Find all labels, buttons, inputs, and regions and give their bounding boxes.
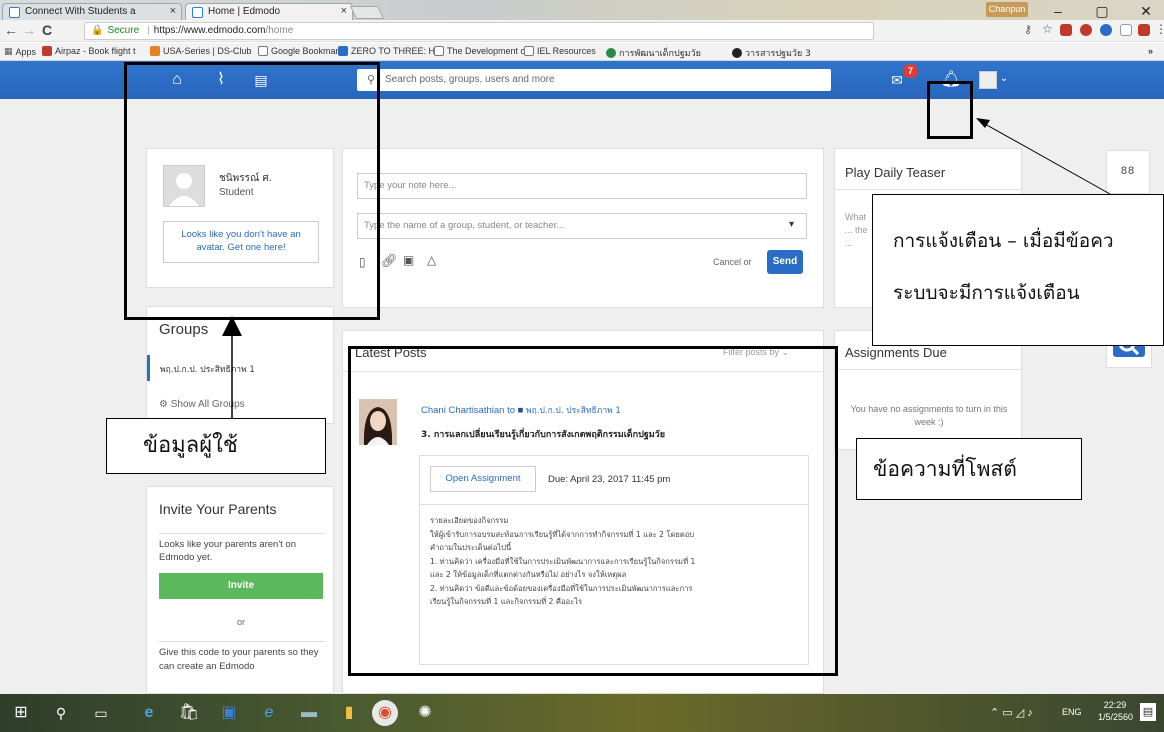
search-icon[interactable]: ⚲: [50, 702, 72, 724]
arrow-line: [984, 123, 1111, 195]
app-icon[interactable]: ▬: [298, 702, 320, 724]
action-center-icon[interactable]: ▤: [1140, 703, 1156, 721]
user-info-callout: ข้อมูลผู้ใช้: [106, 418, 326, 474]
windows-start-icon[interactable]: ⊞: [10, 702, 32, 724]
app-icon[interactable]: ▮: [338, 702, 360, 724]
task-view-icon[interactable]: ▭: [90, 702, 112, 724]
windows-taskbar: ⊞ ⚲ ▭ e 🛍︎ ▣ e ▬ ▮ ◉ ✺ ⌃ ▭ ◿ ♪ ENG 22:29…: [0, 694, 1164, 732]
edge-icon[interactable]: e: [138, 702, 160, 724]
tray-icons[interactable]: ⌃ ▭ ◿ ♪: [990, 706, 1033, 719]
notification-callout: การแจ้งเตือน – เมื่อมีข้อคว ระบบจะมีการแ…: [872, 194, 1164, 346]
posted-message-callout: ข้อความที่โพสต์: [856, 438, 1082, 500]
store-icon[interactable]: 🛍︎: [178, 702, 200, 724]
callout-line: ระบบจะมีการแจ้งเตือน: [893, 282, 1080, 304]
arrow-head: [222, 316, 242, 336]
internet-explorer-icon[interactable]: e: [258, 702, 280, 724]
language-indicator[interactable]: ENG: [1062, 707, 1082, 717]
app-icon[interactable]: ▣: [218, 702, 240, 724]
annotation-arrows: [222, 118, 1111, 418]
clock[interactable]: 22:29 1/5/2560: [1098, 699, 1133, 723]
callout-line: การแจ้งเตือน – เมื่อมีข้อคว: [893, 230, 1114, 252]
chrome-icon[interactable]: ◉: [372, 700, 398, 726]
app-icon[interactable]: ✺: [414, 702, 436, 724]
arrow-head: [976, 118, 990, 128]
